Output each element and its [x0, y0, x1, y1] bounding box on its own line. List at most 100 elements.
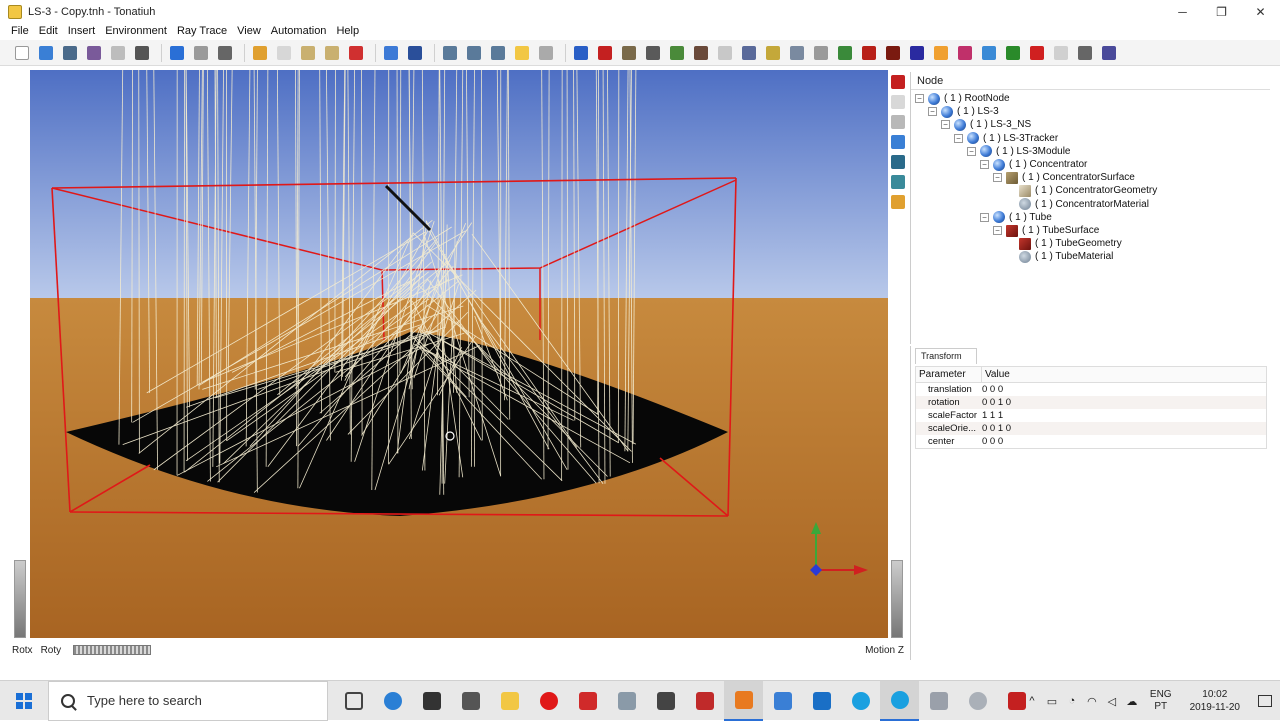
undo-icon[interactable] [167, 43, 187, 63]
box-icon[interactable] [1051, 43, 1071, 63]
menu-edit[interactable]: Edit [34, 25, 63, 37]
column-value[interactable]: Value [982, 367, 1010, 382]
3d-viewport[interactable] [30, 70, 888, 638]
tool-app-icon[interactable] [607, 681, 646, 721]
cone-icon[interactable] [787, 43, 807, 63]
language-indicator[interactable]: ENG PT [1150, 689, 1172, 713]
notepad-icon[interactable] [919, 681, 958, 721]
maximize-button[interactable]: ❐ [1202, 0, 1241, 24]
save-as-icon[interactable] [84, 43, 104, 63]
more-icon[interactable] [1075, 43, 1095, 63]
settings-window-icon[interactable] [1099, 43, 1119, 63]
menu-automation[interactable]: Automation [266, 25, 332, 37]
grid-icon[interactable] [536, 43, 556, 63]
tree-node[interactable]: ( 1 ) TubeMaterial [1006, 250, 1113, 263]
tree-node[interactable]: −( 1 ) TubeSurface [993, 224, 1099, 237]
tree-node[interactable]: −( 1 ) Tube [980, 211, 1052, 224]
copy-icon[interactable] [274, 43, 294, 63]
menu-insert[interactable]: Insert [63, 25, 101, 37]
tree-node[interactable]: −( 1 ) Concentrator [980, 158, 1087, 171]
parameter-row[interactable]: scaleOrie...0 0 1 0 [916, 422, 1266, 435]
projection-icon[interactable] [891, 195, 905, 209]
checker-icon[interactable] [763, 43, 783, 63]
collapse-toggle-icon[interactable]: − [980, 160, 989, 169]
parabola-icon[interactable] [739, 43, 759, 63]
menu-ray-trace[interactable]: Ray Trace [172, 25, 232, 37]
set-home-icon[interactable] [891, 135, 905, 149]
parameter-value[interactable]: 0 0 1 0 [982, 396, 1011, 409]
disk-icon[interactable] [883, 43, 903, 63]
open-file-icon[interactable] [36, 43, 56, 63]
spiral-icon[interactable] [979, 43, 999, 63]
dell-app-icon[interactable] [412, 681, 451, 721]
store-icon[interactable] [763, 681, 802, 721]
left-thumbwheel[interactable] [14, 560, 26, 638]
parameter-value[interactable]: 1 1 1 [982, 409, 1003, 422]
tree-node[interactable]: −( 1 ) LS-3Tracker [954, 132, 1058, 145]
new-file-icon[interactable] [12, 43, 32, 63]
app-icon-dark[interactable] [646, 681, 685, 721]
skype-business-icon[interactable] [880, 681, 919, 721]
tray-chevron-icon[interactable]: ^ [1022, 681, 1042, 721]
app-icon-gray[interactable] [958, 681, 997, 721]
view-side-icon[interactable] [464, 43, 484, 63]
collapse-toggle-icon[interactable]: − [980, 213, 989, 222]
parameter-value[interactable]: 0 0 1 0 [982, 422, 1011, 435]
close-button[interactable]: ✕ [1241, 0, 1280, 24]
gear-app-icon[interactable] [568, 681, 607, 721]
parameter-row[interactable]: center0 0 0 [916, 435, 1266, 448]
ray-trace-icon[interactable] [595, 43, 615, 63]
collapse-toggle-icon[interactable]: − [993, 173, 1002, 182]
collapse-toggle-icon[interactable]: − [993, 226, 1002, 235]
heliostat-icon[interactable] [667, 43, 687, 63]
parameter-row[interactable]: scaleFactor1 1 1 [916, 409, 1266, 422]
tree-node[interactable]: −( 1 ) LS-3Module [967, 145, 1070, 158]
tree-node[interactable]: −( 1 ) LS-3_NS [941, 118, 1031, 131]
start-button[interactable] [0, 681, 48, 721]
tree-node[interactable]: −( 1 ) RootNode [915, 92, 1010, 105]
right-thumbwheel[interactable] [891, 560, 903, 638]
flat-disk-icon[interactable] [1003, 43, 1023, 63]
collapse-toggle-icon[interactable]: − [967, 147, 976, 156]
view-all-icon[interactable] [891, 155, 905, 169]
menu-help[interactable]: Help [331, 25, 364, 37]
parameter-value[interactable]: 0 0 0 [982, 435, 1003, 448]
tab-transform[interactable]: Transform [915, 348, 977, 364]
collapse-toggle-icon[interactable]: − [915, 94, 924, 103]
view-front-icon[interactable] [440, 43, 460, 63]
triangle-icon[interactable] [931, 43, 951, 63]
tree-node[interactable]: −( 1 ) LS-3 [928, 105, 999, 118]
app-icon-red[interactable] [685, 681, 724, 721]
hand-pan-icon[interactable] [891, 95, 905, 109]
seek-icon[interactable] [891, 175, 905, 189]
file-explorer-icon[interactable] [490, 681, 529, 721]
axis-icon[interactable] [643, 43, 663, 63]
tray-network-icon[interactable]: ◔ [1062, 681, 1082, 721]
red-sphere-icon[interactable] [1027, 43, 1047, 63]
redo-icon[interactable] [191, 43, 211, 63]
select-arrow-icon[interactable] [891, 75, 905, 89]
sphere-node-icon[interactable] [571, 43, 591, 63]
edge-browser-icon[interactable] [373, 681, 412, 721]
dropdown-icon[interactable] [215, 43, 235, 63]
taskbar-search[interactable]: Type here to search [48, 681, 328, 721]
print-icon[interactable] [108, 43, 128, 63]
mail-icon[interactable] [451, 681, 490, 721]
material-icon[interactable] [691, 43, 711, 63]
sun-icon[interactable] [405, 43, 425, 63]
tree-node[interactable]: ( 1 ) ConcentratorMaterial [1006, 198, 1149, 211]
paste-link-icon[interactable] [322, 43, 342, 63]
sun-position-icon[interactable] [512, 43, 532, 63]
sphere-shape-icon[interactable] [715, 43, 735, 63]
menu-view[interactable]: View [232, 25, 266, 37]
home-view-icon[interactable] [891, 115, 905, 129]
collapse-toggle-icon[interactable]: − [941, 120, 950, 129]
taskbar-clock[interactable]: 10:02 2019-11-20 [1190, 688, 1240, 714]
collapse-toggle-icon[interactable]: − [928, 107, 937, 116]
plane-icon[interactable] [811, 43, 831, 63]
tracker-icon[interactable] [619, 43, 639, 63]
column-parameter[interactable]: Parameter [916, 367, 982, 382]
collapse-toggle-icon[interactable]: − [954, 134, 963, 143]
paste-icon[interactable] [298, 43, 318, 63]
minimize-button[interactable]: ─ [1163, 0, 1202, 24]
